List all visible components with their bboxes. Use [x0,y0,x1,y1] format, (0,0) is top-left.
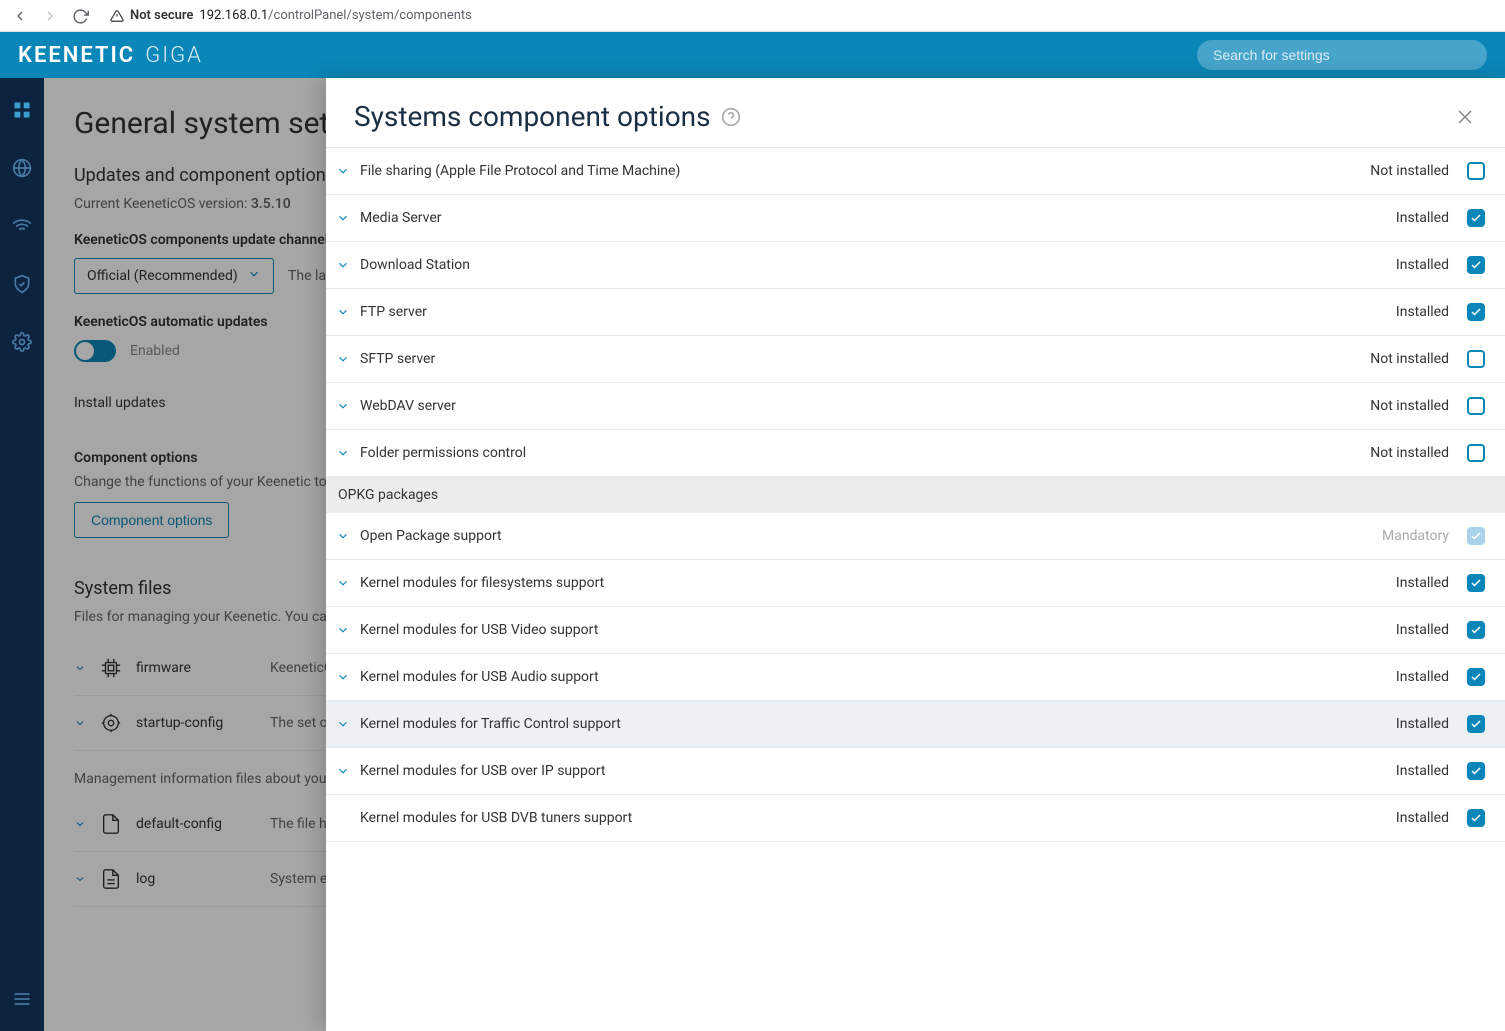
component-name: Folder permissions control [360,445,1360,461]
chevron-down-icon [336,576,350,590]
chevron-down-icon [336,164,350,178]
component-checkbox[interactable] [1467,574,1485,592]
component-status: Installed [1396,622,1449,638]
component-name: Download Station [360,257,1386,273]
dashboard-icon[interactable] [10,98,34,122]
chevron-down-icon [336,529,350,543]
component-row[interactable]: Kernel modules for USB Audio support Ins… [326,654,1505,701]
chevron-down-icon [336,211,350,225]
component-row[interactable]: Kernel modules for USB over IP support I… [326,748,1505,795]
component-row[interactable]: Kernel modules for Traffic Control suppo… [326,701,1505,748]
component-row[interactable]: Kernel modules for filesystems support I… [326,560,1505,607]
component-row[interactable]: WebDAV server Not installed [326,383,1505,430]
component-name: FTP server [360,304,1386,320]
component-row[interactable]: SFTP server Not installed [326,336,1505,383]
chevron-down-icon [336,305,350,319]
component-row[interactable]: FTP server Installed [326,289,1505,336]
component-options-modal: Systems component options File sharing (… [326,78,1505,1031]
component-status: Installed [1396,575,1449,591]
component-status: Installed [1396,304,1449,320]
chevron-down-icon [336,717,350,731]
component-status: Installed [1396,257,1449,273]
chevron-down-icon [336,623,350,637]
component-checkbox[interactable] [1467,715,1485,733]
component-name: Kernel modules for USB DVB tuners suppor… [360,810,1386,826]
app-header: KEENETIC GIGA [0,32,1505,78]
component-status: Not installed [1370,445,1449,461]
component-checkbox[interactable] [1467,303,1485,321]
component-status: Installed [1396,210,1449,226]
component-row[interactable]: Download Station Installed [326,242,1505,289]
component-row[interactable]: Kernel modules for USB Video support Ins… [326,607,1505,654]
component-name: Kernel modules for USB Audio support [360,669,1386,685]
component-checkbox[interactable] [1467,209,1485,227]
browser-bar: Not secure 192.168.0.1/controlPanel/syst… [0,0,1505,32]
component-row[interactable]: Media Server Installed [326,195,1505,242]
component-status: Mandatory [1382,528,1449,544]
sidebar [0,78,44,1031]
component-checkbox[interactable] [1467,809,1485,827]
forward-icon[interactable] [42,8,58,24]
chevron-down-icon [336,258,350,272]
component-checkbox[interactable] [1467,762,1485,780]
not-secure-badge[interactable]: Not secure [110,8,193,23]
component-name: File sharing (Apple File Protocol and Ti… [360,163,1360,179]
not-secure-label: Not secure [130,8,193,23]
component-status: Installed [1396,810,1449,826]
component-row[interactable]: File sharing (Apple File Protocol and Ti… [326,148,1505,195]
component-checkbox[interactable] [1467,621,1485,639]
component-checkbox [1467,527,1485,545]
modal-title: Systems component options [354,100,711,133]
chevron-down-icon [336,446,350,460]
component-row[interactable]: Kernel modules for USB DVB tuners suppor… [326,795,1505,842]
component-checkbox[interactable] [1467,256,1485,274]
component-checkbox[interactable] [1467,397,1485,415]
globe-icon[interactable] [10,156,34,180]
component-name: Kernel modules for Traffic Control suppo… [360,716,1386,732]
component-name: WebDAV server [360,398,1360,414]
help-icon[interactable] [721,107,741,127]
component-name: Kernel modules for filesystems support [360,575,1386,591]
component-checkbox[interactable] [1467,668,1485,686]
component-checkbox[interactable] [1467,350,1485,368]
component-checkbox[interactable] [1467,444,1485,462]
shield-icon[interactable] [10,272,34,296]
url-bar[interactable]: 192.168.0.1/controlPanel/system/componen… [199,8,471,23]
component-group-header: OPKG packages [326,477,1505,513]
search-box[interactable] [1197,40,1487,70]
warning-icon [110,9,124,23]
component-checkbox[interactable] [1467,162,1485,180]
component-status: Installed [1396,716,1449,732]
search-input[interactable] [1213,47,1471,63]
component-name: Kernel modules for USB over IP support [360,763,1386,779]
component-status: Installed [1396,763,1449,779]
gear-icon[interactable] [10,330,34,354]
back-icon[interactable] [12,8,28,24]
close-icon[interactable] [1453,105,1477,129]
wifi-icon[interactable] [10,214,34,238]
component-status: Not installed [1370,163,1449,179]
component-name: Kernel modules for USB Video support [360,622,1386,638]
brand-logo[interactable]: KEENETIC GIGA [18,43,203,68]
component-name: Media Server [360,210,1386,226]
component-name: Open Package support [360,528,1372,544]
component-name: SFTP server [360,351,1360,367]
menu-icon[interactable] [10,987,34,1011]
chevron-down-icon [336,352,350,366]
component-row[interactable]: Open Package support Mandatory [326,513,1505,560]
chevron-down-icon [336,670,350,684]
component-row[interactable]: Folder permissions control Not installed [326,430,1505,477]
component-status: Installed [1396,669,1449,685]
reload-icon[interactable] [72,8,88,24]
chevron-down-icon [336,399,350,413]
component-status: Not installed [1370,398,1449,414]
chevron-down-icon [336,764,350,778]
component-status: Not installed [1370,351,1449,367]
